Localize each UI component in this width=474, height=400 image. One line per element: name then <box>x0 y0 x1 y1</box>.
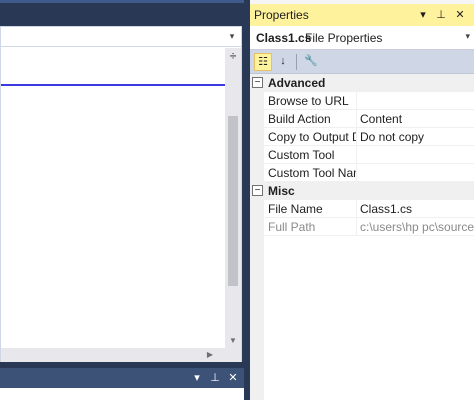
property-row[interactable]: Full Path c:\users\hp pc\source\repos <box>250 218 474 236</box>
wrench-icon[interactable]: 🔧 <box>302 53 320 71</box>
column-divider <box>356 218 357 236</box>
column-divider <box>356 164 357 182</box>
property-name: Browse to URL <box>268 94 349 108</box>
properties-title: Properties <box>254 8 309 22</box>
properties-window: Properties ▾ ⊥ ✕ Class1.cs File Properti… <box>250 0 474 400</box>
alphabetical-sort-icon[interactable]: ↓ <box>274 53 292 71</box>
properties-title-bar[interactable]: Properties ▾ ⊥ ✕ <box>250 4 474 26</box>
category-label: Misc <box>268 184 295 198</box>
categorized-view-icon[interactable]: ☷ <box>254 53 272 71</box>
close-icon[interactable]: ✕ <box>226 370 240 386</box>
column-divider <box>356 92 357 110</box>
column-divider <box>356 200 357 218</box>
vertical-scrollbar[interactable]: ÷ ▼ <box>225 48 241 348</box>
category-advanced[interactable]: − Advanced <box>250 74 474 92</box>
property-value[interactable]: Class1.cs <box>360 202 474 216</box>
tab-accent-line <box>0 0 248 3</box>
scroll-right-icon[interactable]: ▶ <box>203 348 217 362</box>
property-name: Copy to Output Directory <box>268 130 356 144</box>
property-value[interactable]: Do not copy <box>360 130 474 144</box>
property-row[interactable]: Build Action Content <box>250 110 474 128</box>
property-name: Custom Tool Namespace <box>268 166 356 180</box>
bottom-panel-title-bar: ▾ ⊥ ✕ <box>0 368 244 388</box>
vertical-scroll-thumb[interactable] <box>228 116 238 286</box>
properties-toolbar: ☷ ↓ 🔧 <box>250 50 474 74</box>
editor-divider-line <box>1 84 241 86</box>
property-row[interactable]: File Name Class1.cs <box>250 200 474 218</box>
column-divider <box>356 146 357 164</box>
category-misc[interactable]: − Misc <box>250 182 474 200</box>
property-name: Custom Tool <box>268 148 335 162</box>
property-row[interactable]: Custom Tool Namespace <box>250 164 474 182</box>
chevron-down-icon: ▾ <box>229 31 235 41</box>
column-divider <box>356 128 357 146</box>
navigation-dropdown[interactable]: ▾ <box>1 27 241 47</box>
chevron-down-icon: ▾ <box>465 31 470 41</box>
property-value: c:\users\hp pc\source\repos <box>360 220 474 234</box>
property-name: File Name <box>268 202 323 216</box>
collapse-icon[interactable]: − <box>252 185 263 196</box>
panel-dropdown-icon[interactable]: ▾ <box>190 370 204 386</box>
object-name: Class1.cs <box>256 31 312 45</box>
property-row[interactable]: Browse to URL <box>250 92 474 110</box>
category-label: Advanced <box>268 76 326 90</box>
property-name: Build Action <box>268 112 331 126</box>
property-name: Full Path <box>268 220 316 234</box>
toolbar-separator <box>296 54 297 70</box>
object-type: File Properties <box>305 31 383 45</box>
ide-window: ▾ ÷ ▼ ▶ ▾ ⊥ ✕ Properties ▾ ⊥ ✕ Class1.cs… <box>0 0 474 400</box>
collapse-icon[interactable]: − <box>252 77 263 88</box>
property-row[interactable]: Copy to Output Directory Do not copy <box>250 128 474 146</box>
object-selector[interactable]: Class1.cs File Properties ▾ <box>250 26 474 50</box>
close-icon[interactable]: ✕ <box>453 7 467 23</box>
horizontal-scrollbar[interactable]: ▶ <box>1 348 241 362</box>
scroll-down-icon[interactable]: ▼ <box>225 334 241 348</box>
split-window-icon[interactable]: ÷ <box>225 48 241 64</box>
editor-text-area[interactable] <box>1 48 225 361</box>
property-grid: − Advanced Browse to URL Build Action Co… <box>250 74 474 400</box>
property-value[interactable]: Content <box>360 112 474 126</box>
document-tab-strip <box>0 0 248 26</box>
pin-icon[interactable]: ⊥ <box>434 7 448 23</box>
bottom-panel-body <box>0 388 244 400</box>
window-dropdown-icon[interactable]: ▾ <box>416 7 430 23</box>
pin-icon[interactable]: ⊥ <box>208 370 222 386</box>
column-divider <box>356 110 357 128</box>
property-row[interactable]: Custom Tool <box>250 146 474 164</box>
code-editor-pane: ▾ ÷ ▼ ▶ <box>0 26 242 362</box>
